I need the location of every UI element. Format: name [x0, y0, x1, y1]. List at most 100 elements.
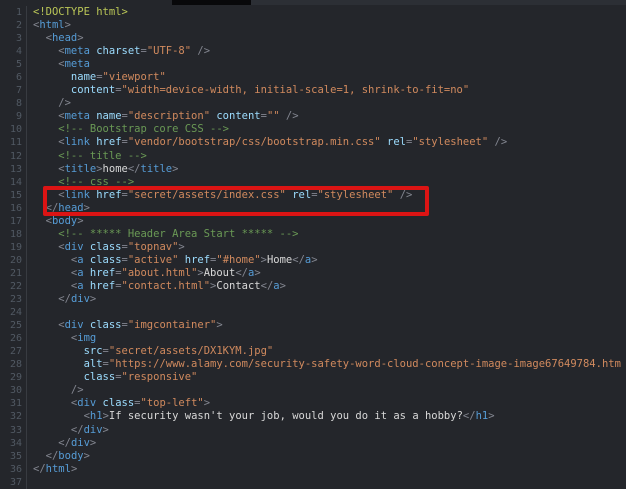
code-text: alt="https://www.alamy.com/security-safe…: [27, 358, 626, 371]
code-line[interactable]: 24: [0, 306, 626, 319]
line-number[interactable]: 34: [0, 437, 27, 450]
token-punct: </: [33, 202, 58, 214]
code-line[interactable]: 37: [0, 476, 626, 489]
line-number[interactable]: 36: [0, 463, 27, 476]
line-number[interactable]: 25: [0, 319, 27, 332]
code-line[interactable]: 34 </div>: [0, 437, 626, 450]
line-number[interactable]: 17: [0, 215, 27, 228]
line-number[interactable]: 20: [0, 254, 27, 267]
line-number[interactable]: 8: [0, 97, 27, 110]
line-number[interactable]: 22: [0, 280, 27, 293]
code-line[interactable]: 10 <!-- Bootstrap core CSS -->: [0, 123, 626, 136]
code-line[interactable]: 7 content="width=device-width, initial-s…: [0, 84, 626, 97]
code-line[interactable]: 25 <div class="imgcontainer">: [0, 319, 626, 332]
token-punct: >: [172, 163, 178, 175]
code-line[interactable]: 13 <title>home</title>: [0, 163, 626, 176]
line-number[interactable]: 3: [0, 32, 27, 45]
code-line[interactable]: 22 <a href="contact.html">Contact</a>: [0, 280, 626, 293]
line-number[interactable]: 9: [0, 110, 27, 123]
line-number[interactable]: 11: [0, 136, 27, 149]
code-line[interactable]: 29 class="responsive": [0, 371, 626, 384]
code-line[interactable]: 26 <img: [0, 332, 626, 345]
code-line[interactable]: 23 </div>: [0, 293, 626, 306]
top-bar-black-segment: [172, 0, 251, 5]
line-number[interactable]: 32: [0, 410, 27, 423]
line-number[interactable]: 15: [0, 189, 27, 202]
code-line[interactable]: 20 <a class="active" href="#home">Home</…: [0, 254, 626, 267]
line-number[interactable]: 33: [0, 424, 27, 437]
line-number[interactable]: 4: [0, 45, 27, 58]
token-punct: <: [33, 189, 65, 201]
code-line[interactable]: 19 <div class="topnav">: [0, 241, 626, 254]
token-punct: <: [33, 397, 77, 409]
code-area[interactable]: 1<!DOCTYPE html>2<html>3 <head>4 <meta c…: [0, 6, 626, 489]
line-number[interactable]: 21: [0, 267, 27, 280]
line-number[interactable]: 18: [0, 228, 27, 241]
code-line[interactable]: 1<!DOCTYPE html>: [0, 6, 626, 19]
line-number[interactable]: 29: [0, 371, 27, 384]
token-punct: />: [393, 189, 412, 201]
token-str: "UTF-8": [147, 45, 191, 57]
line-number[interactable]: 28: [0, 358, 27, 371]
code-line[interactable]: 31 <div class="top-left">: [0, 397, 626, 410]
line-number[interactable]: 13: [0, 163, 27, 176]
code-line[interactable]: 8 />: [0, 97, 626, 110]
token-punct: >: [84, 202, 90, 214]
line-number[interactable]: 7: [0, 84, 27, 97]
code-line[interactable]: 28 alt="https://www.alamy.com/security-s…: [0, 358, 626, 371]
token-punct: />: [280, 110, 299, 122]
line-number[interactable]: 6: [0, 71, 27, 84]
line-number[interactable]: 19: [0, 241, 27, 254]
line-number[interactable]: 37: [0, 476, 27, 489]
token-punct: <: [33, 280, 77, 292]
code-line[interactable]: 27 src="secret/assets/DX1KYM.jpg": [0, 345, 626, 358]
line-number[interactable]: 1: [0, 6, 27, 19]
line-number[interactable]: 23: [0, 293, 27, 306]
line-number[interactable]: 31: [0, 397, 27, 410]
line-number[interactable]: 14: [0, 176, 27, 189]
line-number[interactable]: 30: [0, 384, 27, 397]
token-str: "stylesheet": [412, 136, 488, 148]
code-text: <!-- Bootstrap core CSS -->: [27, 123, 626, 136]
token-punct: >: [204, 397, 210, 409]
code-line[interactable]: 35 </body>: [0, 450, 626, 463]
line-number[interactable]: 16: [0, 202, 27, 215]
code-line[interactable]: 36</html>: [0, 463, 626, 476]
code-text: />: [27, 384, 626, 397]
top-bar-right-segment: [251, 0, 626, 5]
line-number[interactable]: 24: [0, 306, 27, 319]
line-number[interactable]: 26: [0, 332, 27, 345]
code-line[interactable]: 16 </head>: [0, 202, 626, 215]
token-punct: />: [33, 97, 71, 109]
line-number[interactable]: 5: [0, 58, 27, 71]
code-line[interactable]: 5 <meta: [0, 58, 626, 71]
line-number[interactable]: 35: [0, 450, 27, 463]
code-line[interactable]: 11 <link href="vendor/bootstrap/css/boot…: [0, 136, 626, 149]
code-line[interactable]: 15 <link href="secret/assets/index.css" …: [0, 189, 626, 202]
token-tag: html: [39, 19, 64, 31]
code-line[interactable]: 17 <body>: [0, 215, 626, 228]
line-number[interactable]: 27: [0, 345, 27, 358]
line-number[interactable]: 12: [0, 150, 27, 163]
code-line[interactable]: 18 <!-- ***** Header Area Start ***** --…: [0, 228, 626, 241]
token-punct: </: [33, 424, 84, 436]
token-str: "vendor/bootstrap/css/bootstrap.min.css": [128, 136, 381, 148]
code-line[interactable]: 30 />: [0, 384, 626, 397]
code-line[interactable]: 6 name="viewport": [0, 71, 626, 84]
code-line[interactable]: 32 <h1>If security wasn't your job, woul…: [0, 410, 626, 423]
code-line[interactable]: 4 <meta charset="UTF-8" />: [0, 45, 626, 58]
line-number[interactable]: 10: [0, 123, 27, 136]
code-text: [27, 476, 626, 489]
token-str: "topnav": [128, 241, 179, 253]
code-line[interactable]: 9 <meta name="description" content="" />: [0, 110, 626, 123]
code-text: </div>: [27, 293, 626, 306]
token-attr: href: [84, 280, 116, 292]
code-line[interactable]: 33 </div>: [0, 424, 626, 437]
token-attr: content: [33, 84, 115, 96]
code-line[interactable]: 2<html>: [0, 19, 626, 32]
code-line[interactable]: 3 <head>: [0, 32, 626, 45]
code-line[interactable]: 12 <!-- title -->: [0, 150, 626, 163]
code-line[interactable]: 21 <a href="about.html">About</a>: [0, 267, 626, 280]
line-number[interactable]: 2: [0, 19, 27, 32]
code-line[interactable]: 14 <!-- css -->: [0, 176, 626, 189]
